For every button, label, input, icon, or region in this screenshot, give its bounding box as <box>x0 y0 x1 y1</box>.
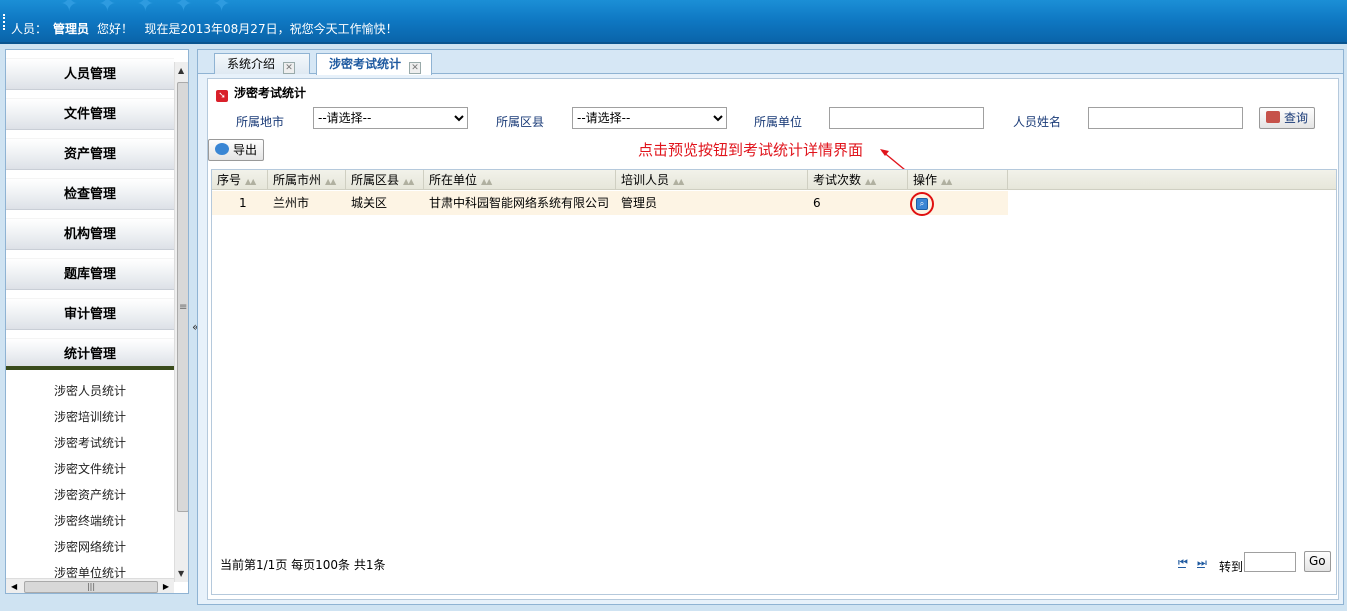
sidebar-sub-asset-stats[interactable]: 涉密资产统计 <box>6 482 174 508</box>
filter-bar: 所属地市 --请选择-- 所属区县 --请选择-- 所属单位 人员姓名 查询 <box>208 107 1338 137</box>
col-action[interactable]: 操作 ▲▲ <box>908 170 1008 190</box>
first-page-icon[interactable]: ⏮ <box>1178 556 1188 570</box>
pager: 当前第1/1页 每页100条 共1条 ⏮ ⏭ 转到 Go <box>212 548 1336 578</box>
sidebar: 人员管理 文件管理 资产管理 检查管理 机构管理 题库管理 审计管理 统计管理 … <box>5 49 189 594</box>
sidebar-vertical-scrollbar[interactable]: ▲ ≡ ▼ <box>174 62 188 582</box>
search-button-label: 查询 <box>1284 111 1309 125</box>
sidebar-sub-personnel-stats[interactable]: 涉密人员统计 <box>6 378 174 404</box>
content-panel: ➘ 涉密考试统计 所属地市 --请选择-- 所属区县 --请选择-- 所属单位 人… <box>207 78 1339 600</box>
col-index[interactable]: 序号 ▲▲ <box>212 170 268 190</box>
sidebar-item-assets[interactable]: 资产管理 <box>6 138 174 170</box>
export-icon <box>215 143 229 155</box>
county-select[interactable]: --请选择-- <box>572 107 727 129</box>
scroll-right-icon[interactable]: ▶ <box>163 582 169 591</box>
close-icon[interactable]: ✕ <box>283 62 296 74</box>
col-unit[interactable]: 所在单位 ▲▲ <box>424 170 616 190</box>
city-label: 所属地市 <box>236 115 285 129</box>
scroll-thumb[interactable] <box>177 82 188 512</box>
col-county[interactable]: 所属区县 ▲▲ <box>346 170 424 190</box>
annotation-arrow-head <box>880 149 889 156</box>
export-button-label: 导出 <box>233 143 258 157</box>
user-name: 管理员 <box>53 22 90 36</box>
sidebar-sub-exam-stats[interactable]: 涉密考试统计 <box>6 430 174 456</box>
sidebar-item-organization[interactable]: 机构管理 <box>6 218 174 250</box>
tab-exam-stats[interactable]: 涉密考试统计 ✕ <box>316 53 432 75</box>
annotation-text: 点击预览按钮到考试统计详情界面 <box>638 141 864 159</box>
cell-unit: 甘肃中科园智能网络系统有限公司 <box>429 196 610 210</box>
col-count[interactable]: 考试次数 ▲▲ <box>808 170 908 190</box>
cell-count: 6 <box>813 196 821 210</box>
sidebar-item-statistics[interactable]: 统计管理 <box>6 338 174 370</box>
scroll-left-icon[interactable]: ◀ <box>11 582 17 591</box>
jump-label: 转到 <box>1219 560 1244 574</box>
tab-label: 涉密考试统计 <box>329 57 402 71</box>
scroll-down-icon[interactable]: ▼ <box>178 569 184 578</box>
unit-input[interactable] <box>829 107 984 129</box>
welcome-text: 人员： 管理员 您好！ 现在是2013年08月27日，祝您今天工作愉快！ <box>11 20 398 37</box>
cell-index: 1 <box>239 196 247 210</box>
banner-separator <box>3 14 5 30</box>
unit-label: 所属单位 <box>754 115 803 129</box>
search-icon <box>1266 111 1280 123</box>
arrow-icon: ➘ <box>216 90 228 102</box>
greeting: 您好！ <box>97 22 134 36</box>
page-jump-input[interactable] <box>1244 552 1296 572</box>
export-button[interactable]: 导出 <box>208 139 265 161</box>
go-button[interactable]: Go <box>1304 551 1331 572</box>
cell-person: 管理员 <box>621 196 658 210</box>
col-person[interactable]: 培训人员 ▲▲ <box>616 170 808 190</box>
sidebar-sub-training-stats[interactable]: 涉密培训统计 <box>6 404 174 430</box>
col-city[interactable]: 所属市州 ▲▲ <box>268 170 346 190</box>
close-icon[interactable]: ✕ <box>409 62 422 74</box>
table-header: 序号 ▲▲ 所属市州 ▲▲ 所属区县 ▲▲ 所在单位 ▲▲ 培训人员 ▲▲ 考试次数 ▲▲ … <box>212 170 1336 190</box>
sidebar-menu: 人员管理 文件管理 资产管理 检查管理 机构管理 题库管理 审计管理 统计管理 … <box>6 58 174 586</box>
main-area: 系统介绍 ✕ 涉密考试统计 ✕ ➘ 涉密考试统计 所属地市 --请选择-- 所属区县 … <box>197 49 1344 605</box>
banner-logo-ghost: ✦ ✦ ✦ ✦ ✦ <box>60 0 237 17</box>
table-row[interactable]: 1 兰州市 城关区 甘肃中科园智能网络系统有限公司 管理员 6 ⌕ <box>212 191 1008 216</box>
cell-city: 兰州市 <box>273 196 310 210</box>
panel-title-text: 涉密考试统计 <box>234 86 307 100</box>
scroll-up-icon[interactable]: ▲ <box>178 66 184 75</box>
tab-system-intro[interactable]: 系统介绍 ✕ <box>214 53 310 74</box>
panel-title: ➘ 涉密考试统计 <box>208 83 1338 103</box>
sidebar-horizontal-scrollbar[interactable]: ◀ ||| ▶ <box>6 578 174 593</box>
sidebar-sub-terminal-stats[interactable]: 涉密终端统计 <box>6 508 174 534</box>
cell-county: 城关区 <box>351 196 388 210</box>
sidebar-item-audit[interactable]: 审计管理 <box>6 298 174 330</box>
sidebar-item-personnel[interactable]: 人员管理 <box>6 58 174 90</box>
scroll-grip-icon: ≡ <box>179 302 188 313</box>
sidebar-sub-network-stats[interactable]: 涉密网络统计 <box>6 534 174 560</box>
sidebar-sub-file-stats[interactable]: 涉密文件统计 <box>6 456 174 482</box>
county-label: 所属区县 <box>496 115 545 129</box>
data-table: 序号 ▲▲ 所属市州 ▲▲ 所属区县 ▲▲ 所在单位 ▲▲ 培训人员 ▲▲ 考试次数 ▲▲ … <box>211 169 1337 595</box>
preview-button[interactable]: ⌕ <box>910 192 934 216</box>
top-banner: ✦ ✦ ✦ ✦ ✦ 人员： 管理员 您好！ 现在是2013年08月27日，祝您今天工… <box>0 0 1347 44</box>
search-button[interactable]: 查询 <box>1259 107 1316 129</box>
pager-info: 当前第1/1页 每页100条 共1条 <box>220 558 386 572</box>
sidebar-item-question-bank[interactable]: 题库管理 <box>6 258 174 290</box>
hscroll-thumb[interactable]: ||| <box>24 581 158 593</box>
tab-bar: 系统介绍 ✕ 涉密考试统计 ✕ <box>198 50 1343 75</box>
user-label: 人员： <box>11 22 48 36</box>
preview-icon: ⌕ <box>916 198 928 210</box>
name-label: 人员姓名 <box>1013 115 1062 129</box>
date-text: 现在是2013年08月27日，祝您今天工作愉快！ <box>144 22 398 36</box>
last-page-icon[interactable]: ⏭ <box>1197 556 1207 570</box>
tab-label: 系统介绍 <box>227 57 276 71</box>
city-select[interactable]: --请选择-- <box>313 107 468 129</box>
sidebar-item-files[interactable]: 文件管理 <box>6 98 174 130</box>
name-input[interactable] <box>1088 107 1243 129</box>
sidebar-item-inspection[interactable]: 检查管理 <box>6 178 174 210</box>
